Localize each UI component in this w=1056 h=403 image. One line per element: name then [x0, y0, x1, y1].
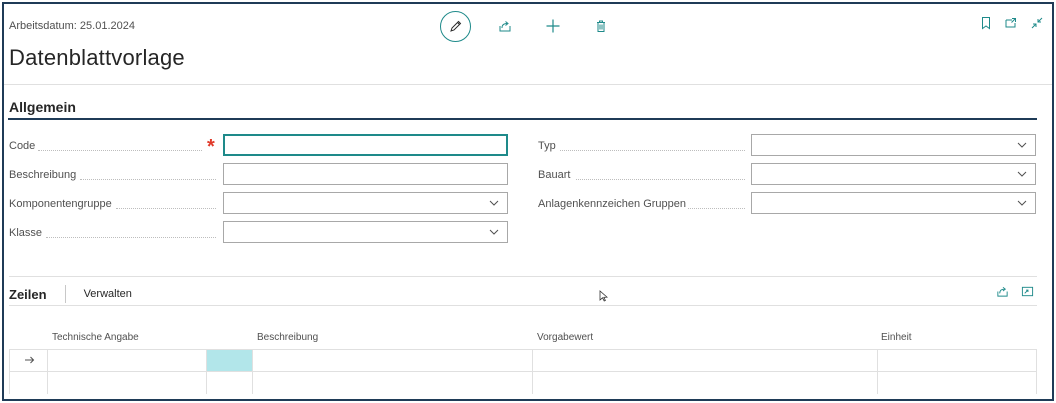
section-underline — [8, 118, 1037, 120]
mouse-cursor-icon — [599, 290, 608, 302]
beschreibung-label: Beschreibung — [9, 169, 77, 181]
anlagenkennzeichen-dots — [688, 208, 745, 209]
klasse-select[interactable] — [223, 221, 508, 243]
chevron-down-icon — [489, 229, 499, 235]
delete-button[interactable] — [585, 10, 617, 42]
anlagenkennzeichen-gruppen-label: Anlagenkennzeichen Gruppen — [538, 198, 687, 210]
chevron-down-icon — [1017, 171, 1027, 177]
cell-technische-angabe[interactable] — [48, 372, 207, 394]
lines-divider-top — [9, 276, 1037, 277]
page-tools — [980, 16, 1044, 30]
tab-separator — [64, 285, 66, 303]
komponentengruppe-select[interactable] — [223, 192, 508, 214]
open-new-window-icon[interactable] — [1004, 16, 1018, 30]
table-row[interactable] — [9, 349, 1037, 372]
komponentengruppe-label: Komponentengruppe — [9, 198, 112, 210]
chevron-down-icon — [1017, 200, 1027, 206]
cell-beschreibung[interactable] — [253, 350, 533, 372]
beschreibung-dots — [80, 179, 216, 180]
klasse-label: Klasse — [9, 227, 43, 239]
bookmark-icon[interactable] — [980, 16, 992, 30]
lines-tab-bar: Zeilen Verwalten — [9, 285, 132, 303]
header-divider — [4, 84, 1052, 85]
bauart-label: Bauart — [538, 169, 571, 181]
typ-select[interactable] — [751, 134, 1036, 156]
work-date: Arbeitsdatum: 25.01.2024 — [9, 20, 135, 32]
share-icon — [499, 21, 511, 32]
edit-button[interactable] — [440, 10, 471, 42]
lines-divider-bottom — [9, 305, 1037, 306]
row-selector[interactable] — [9, 372, 48, 394]
cell-einheit[interactable] — [878, 350, 1037, 372]
lines-tools — [996, 285, 1034, 298]
code-input[interactable] — [223, 134, 508, 156]
tab-zeilen[interactable]: Zeilen — [9, 287, 47, 302]
bauart-dots — [576, 179, 745, 180]
new-button[interactable] — [537, 10, 569, 42]
share-icon[interactable] — [996, 285, 1009, 298]
pencil-icon — [449, 20, 461, 32]
komponentengruppe-dots — [116, 208, 216, 209]
code-dots — [38, 150, 202, 151]
cell-selected[interactable] — [207, 350, 253, 372]
trash-icon — [597, 20, 605, 32]
arrow-right-icon — [25, 356, 35, 364]
typ-dots — [560, 150, 745, 151]
plus-icon — [546, 19, 560, 33]
table-row[interactable] — [9, 371, 1037, 394]
code-label: Code — [9, 140, 36, 152]
cell-technische-angabe[interactable] — [48, 350, 207, 372]
share-button[interactable] — [489, 10, 521, 42]
page-title: Datenblattvorlage — [9, 45, 185, 70]
cell-beschreibung[interactable] — [253, 372, 533, 394]
cell-vorgabewert[interactable] — [533, 350, 878, 372]
klasse-dots — [46, 237, 216, 238]
action-toolbar — [440, 10, 617, 42]
tab-verwalten[interactable]: Verwalten — [84, 288, 132, 300]
bauart-select[interactable] — [751, 163, 1036, 185]
expand-icon[interactable] — [1021, 285, 1034, 298]
section-title-allgemein: Allgemein — [9, 99, 76, 115]
cell-vorgabewert[interactable] — [533, 372, 878, 394]
collapse-icon[interactable] — [1030, 16, 1044, 30]
anlagenkennzeichen-gruppen-select[interactable] — [751, 192, 1036, 214]
chevron-down-icon — [1017, 142, 1027, 148]
beschreibung-input[interactable] — [223, 163, 508, 185]
typ-label: Typ — [538, 140, 556, 152]
row-selector[interactable] — [9, 350, 48, 372]
cell-empty[interactable] — [207, 372, 253, 394]
required-indicator: * — [207, 136, 215, 158]
chevron-down-icon — [489, 200, 499, 206]
cell-einheit[interactable] — [878, 372, 1037, 394]
